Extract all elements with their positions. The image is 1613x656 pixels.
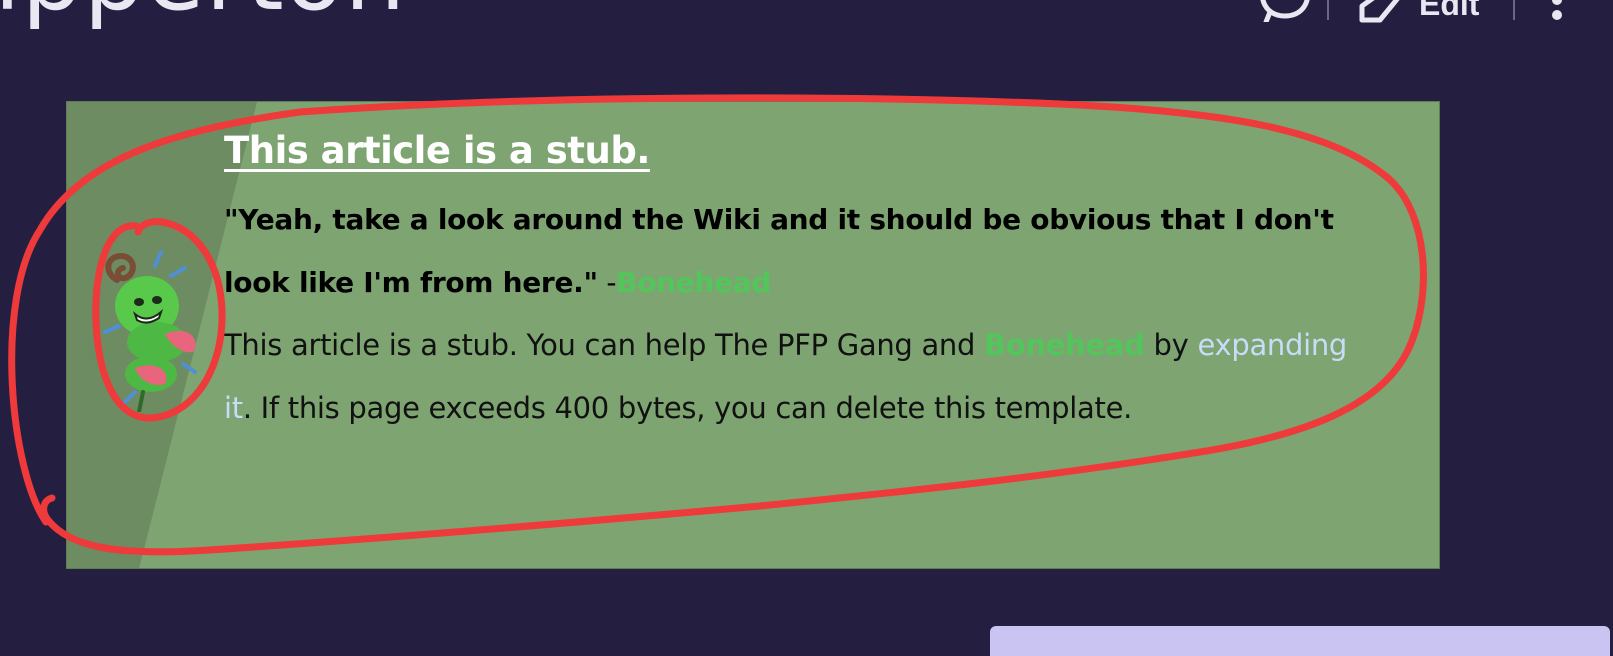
pencil-icon[interactable] bbox=[1358, 0, 1404, 26]
speech-bubble-icon[interactable] bbox=[1258, 0, 1312, 22]
quote-author-link[interactable]: Bonehead bbox=[616, 266, 771, 299]
toolbar-divider bbox=[1513, 0, 1515, 20]
stub-notice: This article is a stub. "Yeah, take a lo… bbox=[66, 101, 1440, 569]
body-text-3: . If this page exceeds 400 bytes, you ca… bbox=[242, 391, 1133, 425]
bonehead-link[interactable]: Bonehead bbox=[984, 328, 1145, 362]
stub-quote: "Yeah, take a look around the Wiki and i… bbox=[224, 188, 1374, 314]
page-title: ipperton bbox=[0, 0, 406, 24]
green-creature-mascot-icon bbox=[103, 250, 197, 412]
vertical-ellipsis-icon[interactable] bbox=[1547, 0, 1567, 22]
stub-body: This article is a stub. You can help The… bbox=[224, 314, 1374, 440]
toolbar-divider bbox=[1327, 0, 1329, 20]
body-text-1: This article is a stub. You can help The… bbox=[224, 328, 985, 362]
stub-content: This article is a stub. "Yeah, take a lo… bbox=[224, 120, 1374, 440]
quote-dash: - bbox=[597, 266, 617, 299]
sidebar-panel-top bbox=[990, 626, 1610, 656]
body-text-2: by bbox=[1144, 328, 1198, 362]
stub-heading: This article is a stub. bbox=[224, 129, 650, 172]
edit-button[interactable]: Edit bbox=[1419, 0, 1479, 23]
quote-text: "Yeah, take a look around the Wiki and i… bbox=[224, 203, 1334, 299]
